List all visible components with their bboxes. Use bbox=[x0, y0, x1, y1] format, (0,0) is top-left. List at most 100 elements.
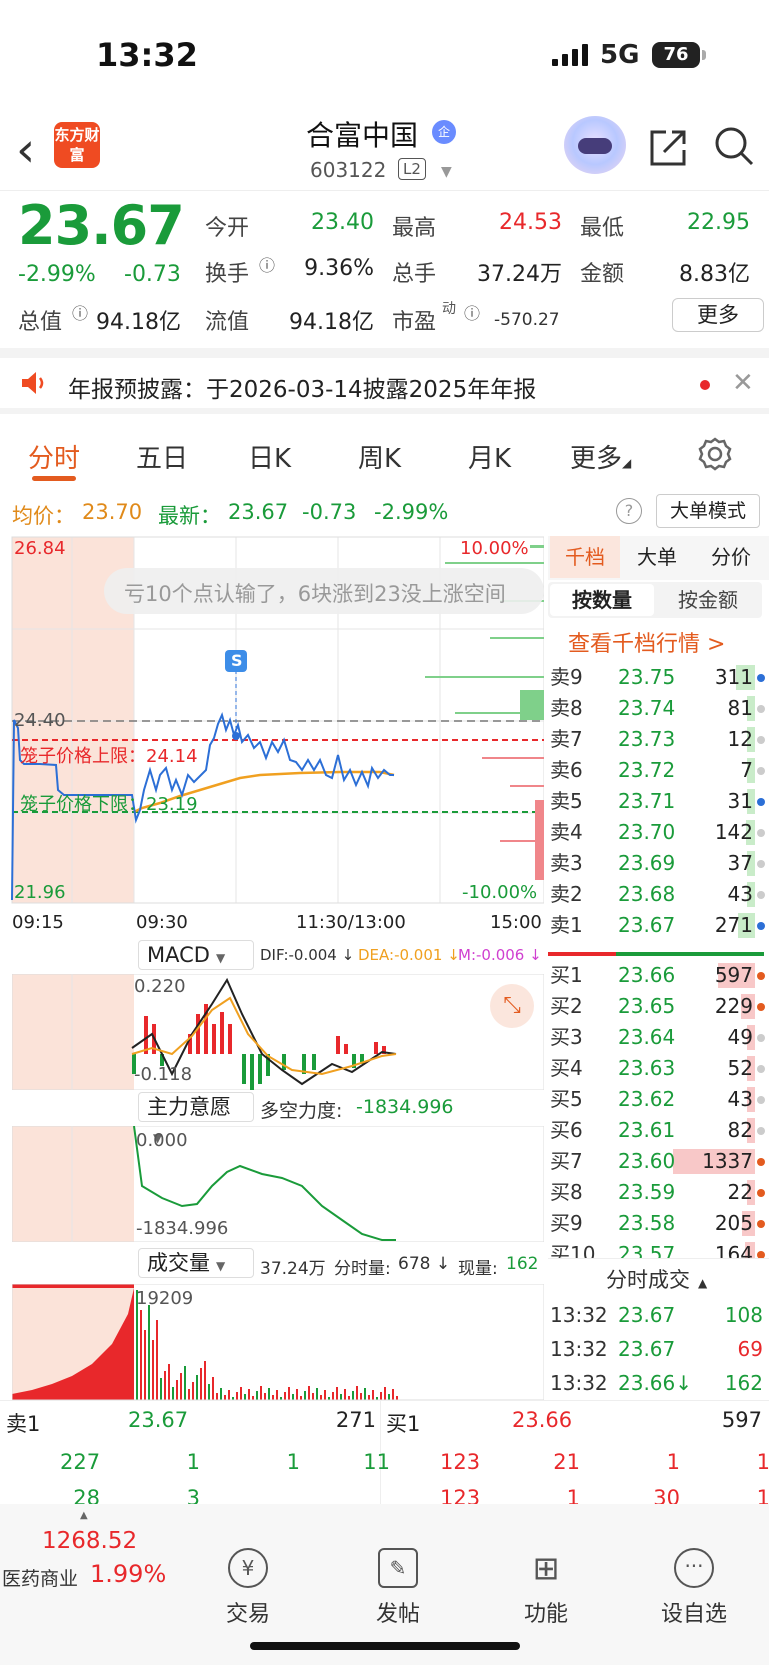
order-queue: 227 1 1 11 28 3 123 21 1 1 123 1 30 1 bbox=[0, 1444, 769, 1504]
low-value: 22.95 bbox=[687, 210, 750, 235]
subtab-by-amount[interactable]: 按金额 bbox=[656, 584, 760, 616]
tab-daily-k[interactable]: 日K bbox=[248, 438, 291, 475]
bid-row[interactable]: 买2 23.65 229 bbox=[548, 991, 769, 1022]
nav-functions[interactable]: ⊞ 功能 bbox=[486, 1548, 606, 1628]
bid-row[interactable]: 买8 23.59 22 bbox=[548, 1177, 769, 1208]
macd-dif: DIF:-0.004 ↓ bbox=[260, 946, 355, 964]
comment-bubble[interactable]: 亏10个点认输了，6块涨到23没上涨空间 bbox=[124, 578, 544, 608]
tab-big-order[interactable]: 大单 bbox=[622, 536, 692, 578]
level-price: 23.59 bbox=[618, 1180, 676, 1204]
volume-bar bbox=[308, 1386, 310, 1400]
level-label: 卖5 bbox=[550, 789, 583, 813]
index-pct[interactable]: 1.99% bbox=[90, 1560, 166, 1588]
subtab-by-volume[interactable]: 按数量 bbox=[550, 584, 654, 616]
level-volume: 37 bbox=[727, 851, 753, 875]
ratio-bar-sell bbox=[548, 952, 616, 956]
index-value[interactable]: 1268.52 bbox=[42, 1528, 137, 1554]
big-order-mode-button[interactable]: 大单模式 bbox=[656, 494, 760, 528]
nav-trade[interactable]: ¥ 交易 bbox=[188, 1548, 308, 1628]
bid-row[interactable]: 买10 23.57 164 bbox=[548, 1239, 769, 1258]
level2-badge[interactable]: L2 bbox=[398, 158, 426, 180]
order-dot-icon bbox=[757, 972, 765, 980]
divider bbox=[548, 1258, 769, 1259]
tab-intraday[interactable]: 分时 bbox=[28, 438, 80, 475]
share-icon[interactable] bbox=[646, 126, 690, 170]
help-icon[interactable]: ? bbox=[616, 498, 642, 524]
back-icon[interactable]: ‹ bbox=[16, 126, 35, 174]
level-volume: 229 bbox=[714, 994, 753, 1018]
ask-row[interactable]: 卖1 23.67 271 bbox=[548, 910, 769, 941]
change-percent: -2.99% bbox=[18, 262, 96, 287]
bid-row[interactable]: 买6 23.61 82 bbox=[548, 1115, 769, 1146]
level-volume: 52 bbox=[727, 1056, 753, 1080]
nav-post[interactable]: ✎ 发帖 bbox=[338, 1548, 458, 1628]
bid-row[interactable]: 买7 23.60 1337 bbox=[548, 1146, 769, 1177]
tab-monthly-k[interactable]: 月K bbox=[468, 438, 511, 475]
nav-add-watchlist[interactable]: ··· 设自选 bbox=[634, 1548, 754, 1628]
level-volume: 164 bbox=[714, 1242, 753, 1258]
pe-label: 市盈 bbox=[392, 310, 437, 335]
volume-selector[interactable]: 成交量 ▼ bbox=[138, 1248, 254, 1278]
info-icon[interactable]: ⓘ bbox=[259, 252, 275, 276]
tab-five-day[interactable]: 五日 bbox=[136, 438, 188, 475]
ask-row[interactable]: 卖8 23.74 81 bbox=[548, 693, 769, 724]
expand-icon[interactable]: ⤡ bbox=[490, 984, 534, 1028]
force-selector[interactable]: 主力意愿▼ bbox=[138, 1092, 254, 1145]
trades-title[interactable]: 分时成交 ▲ bbox=[606, 1264, 707, 1294]
tab-depth[interactable]: 千档 bbox=[550, 536, 620, 578]
ask-row[interactable]: 卖2 23.68 43 bbox=[548, 879, 769, 910]
depth-quote-link[interactable]: 查看千档行情 > bbox=[568, 626, 725, 658]
pe-value: -570.27 bbox=[494, 310, 560, 330]
level-label: 买4 bbox=[550, 1056, 583, 1080]
info-icon[interactable]: ⓘ bbox=[72, 300, 88, 324]
bid-row[interactable]: 买3 23.64 49 bbox=[548, 1022, 769, 1053]
volume-bar bbox=[172, 1387, 174, 1400]
bid-row[interactable]: 买4 23.63 52 bbox=[548, 1053, 769, 1084]
gear-icon[interactable] bbox=[697, 436, 733, 472]
signal-icon bbox=[552, 44, 588, 66]
bid-row[interactable]: 买9 23.58 205 bbox=[548, 1208, 769, 1239]
more-button[interactable]: 更多 bbox=[672, 298, 764, 332]
current-volume-value: 162 bbox=[506, 1254, 539, 1274]
ask-row[interactable]: 卖6 23.72 7 bbox=[548, 755, 769, 786]
info-icon[interactable]: ⓘ bbox=[464, 300, 480, 324]
bid-row[interactable]: 买1 23.66 597 bbox=[548, 960, 769, 991]
search-icon[interactable] bbox=[712, 124, 756, 168]
level-price: 23.68 bbox=[618, 882, 676, 906]
bid-row[interactable]: 买5 23.62 43 bbox=[548, 1084, 769, 1115]
chevron-up-icon[interactable]: ▲ bbox=[80, 1510, 88, 1521]
chevron-down-icon[interactable]: ▼ bbox=[441, 164, 452, 180]
level-volume: 1337 bbox=[702, 1149, 753, 1173]
volume-bar bbox=[256, 1391, 258, 1400]
notice-text[interactable]: 年报预披露：于2026-03-14披露2025年年报 bbox=[68, 370, 536, 404]
ask-row[interactable]: 卖9 23.75 311 bbox=[548, 662, 769, 693]
macd-selector[interactable]: MACD ▼ bbox=[138, 940, 254, 970]
volume-bar bbox=[304, 1391, 306, 1400]
level-price: 23.64 bbox=[618, 1025, 676, 1049]
volume-bar bbox=[148, 1305, 150, 1400]
tab-weekly-k[interactable]: 周K bbox=[358, 438, 401, 475]
level-volume: 81 bbox=[727, 696, 753, 720]
latest-value: 23.67 bbox=[228, 500, 289, 524]
stock-name[interactable]: 合富中国 bbox=[306, 114, 418, 154]
ask-row[interactable]: 卖3 23.69 37 bbox=[548, 848, 769, 879]
ask-row[interactable]: 卖4 23.70 142 bbox=[548, 817, 769, 848]
volume-peak-label: 19209 bbox=[136, 1288, 194, 1309]
volume-bar bbox=[152, 1340, 154, 1400]
ask-row[interactable]: 卖7 23.73 12 bbox=[548, 724, 769, 755]
ask-row[interactable]: 卖5 23.71 31 bbox=[548, 786, 769, 817]
tick-volume-label: 分时量: bbox=[334, 1259, 391, 1279]
close-icon[interactable]: ✕ bbox=[732, 368, 754, 398]
level-label: 卖3 bbox=[550, 851, 583, 875]
tab-more[interactable]: 更多◢ bbox=[570, 438, 631, 475]
level-label: 卖7 bbox=[550, 727, 583, 751]
tab-price-dist[interactable]: 分价 bbox=[694, 536, 768, 578]
index-name[interactable]: 医药商业 bbox=[2, 1564, 78, 1591]
sell-signal-marker[interactable]: S bbox=[231, 651, 243, 670]
volume-bar bbox=[156, 1320, 158, 1400]
order-dot-icon bbox=[757, 1158, 765, 1166]
ai-robot-avatar[interactable] bbox=[564, 116, 626, 174]
volume-bar bbox=[216, 1393, 218, 1400]
volume-bar bbox=[192, 1382, 194, 1400]
yen-icon: ¥ bbox=[228, 1548, 268, 1588]
